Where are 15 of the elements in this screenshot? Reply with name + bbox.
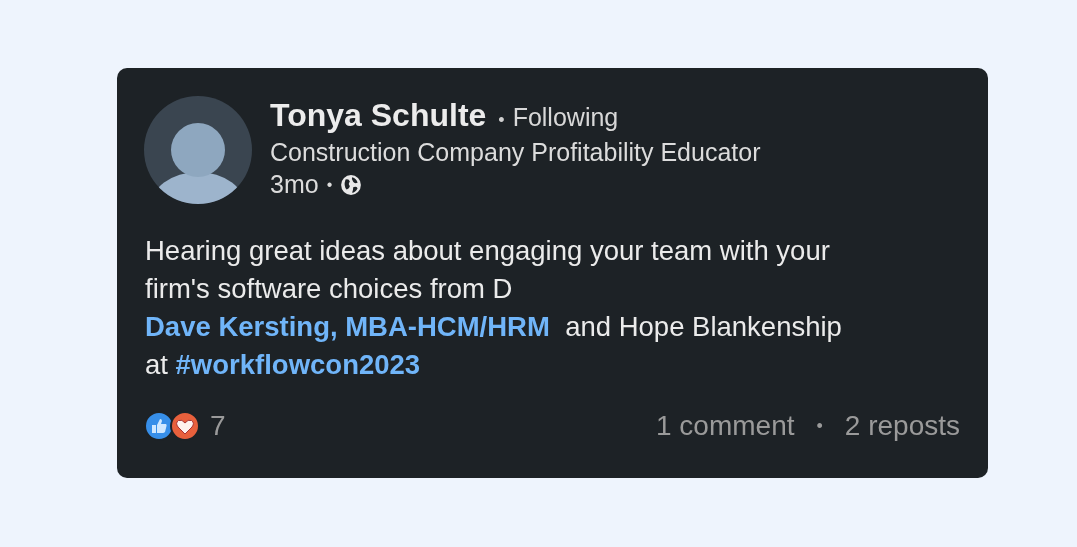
separator-dot: • — [498, 110, 505, 131]
avatar-icon[interactable] — [144, 96, 252, 204]
author-name[interactable]: Tonya Schulte — [270, 97, 487, 134]
author-headline: Construction Company Profitability Educator — [270, 138, 761, 167]
mention-link[interactable]: Dave Kersting, MBA-HCM/HRM — [145, 311, 550, 342]
separator-dot: • — [326, 175, 333, 194]
repost-count[interactable]: 2 reposts — [844, 410, 960, 442]
separator-dot: • — [816, 415, 823, 437]
hashtag-link[interactable]: #workflowcon2023 — [175, 349, 421, 380]
reaction-count[interactable]: 7 — [210, 410, 226, 442]
post-text: Hearing great ideas about engaging your team with your firm's software choices from D Dave Kersting, MBA-HCM/HRM and Hope Blankenship at #workflowcon2023 — [145, 234, 843, 382]
post-age: 3mo — [270, 170, 319, 199]
comment-count[interactable]: 1 comment — [656, 410, 795, 442]
follow-status[interactable]: Following — [512, 103, 619, 132]
globe-icon — [340, 173, 363, 196]
